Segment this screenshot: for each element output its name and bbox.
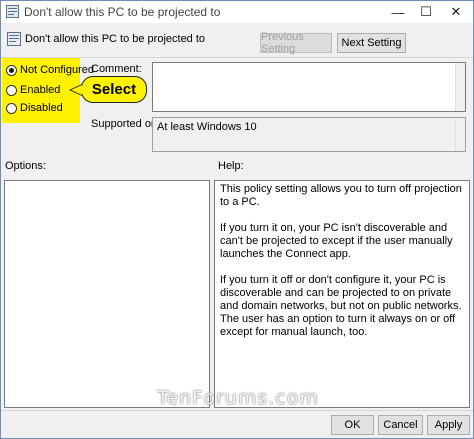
supported-on-value: At least Windows 10 <box>157 121 257 133</box>
radio-label: Disabled <box>20 102 63 114</box>
supported-scrollbar[interactable] <box>455 118 465 151</box>
close-button[interactable]: ✕ <box>441 1 471 23</box>
select-callout: Select <box>81 76 147 103</box>
minimize-button[interactable]: — <box>383 1 413 23</box>
previous-setting-button[interactable]: Previous Setting <box>260 31 332 55</box>
radio-label: Enabled <box>20 84 61 96</box>
supported-on-label: Supported on: <box>91 118 161 130</box>
apply-button[interactable]: Apply <box>427 415 470 435</box>
policy-settings-icon <box>7 32 21 46</box>
callout-pointer-fill <box>71 85 82 95</box>
help-paragraph: This policy setting allows you to turn o… <box>220 183 462 208</box>
comment-textarea[interactable] <box>152 62 466 112</box>
maximize-button[interactable]: ☐ <box>411 1 441 23</box>
help-label: Help: <box>218 160 244 172</box>
comment-label: Comment: <box>91 63 142 75</box>
radio-enabled[interactable]: Enabled <box>6 84 60 96</box>
window-title: Don't allow this PC to be projected to <box>24 5 221 19</box>
footer-divider <box>1 410 473 411</box>
radio-unchecked-icon <box>6 102 17 114</box>
ok-button[interactable]: OK <box>331 415 374 435</box>
policy-settings-icon <box>6 5 19 18</box>
radio-label: Not Configured <box>20 64 94 76</box>
help-paragraph: If you turn it on, your PC isn't discove… <box>220 222 453 260</box>
options-label: Options: <box>5 160 46 172</box>
help-paragraph: If you turn it off or don't configure it… <box>220 274 462 338</box>
comment-scrollbar[interactable] <box>455 63 465 111</box>
options-pane <box>4 180 210 408</box>
radio-disabled[interactable]: Disabled <box>6 102 63 114</box>
cancel-button[interactable]: Cancel <box>378 415 423 435</box>
radio-checked-icon <box>6 64 17 76</box>
minimize-icon: — <box>391 4 405 20</box>
policy-dialog-window: Don't allow this PC to be projected to —… <box>0 0 474 439</box>
help-pane[interactable]: This policy setting allows you to turn o… <box>214 180 470 408</box>
radio-unchecked-icon <box>6 84 17 96</box>
close-icon: ✕ <box>450 4 462 19</box>
maximize-icon: ☐ <box>420 4 432 19</box>
title-bar[interactable]: Don't allow this PC to be projected to —… <box>1 1 473 23</box>
radio-not-configured[interactable]: Not Configured <box>6 64 94 76</box>
watermark: TenForums.com <box>157 387 319 409</box>
next-setting-button[interactable]: Next Setting <box>337 33 406 53</box>
supported-on-field: At least Windows 10 <box>152 117 466 152</box>
policy-name: Don't allow this PC to be projected to <box>25 33 206 45</box>
